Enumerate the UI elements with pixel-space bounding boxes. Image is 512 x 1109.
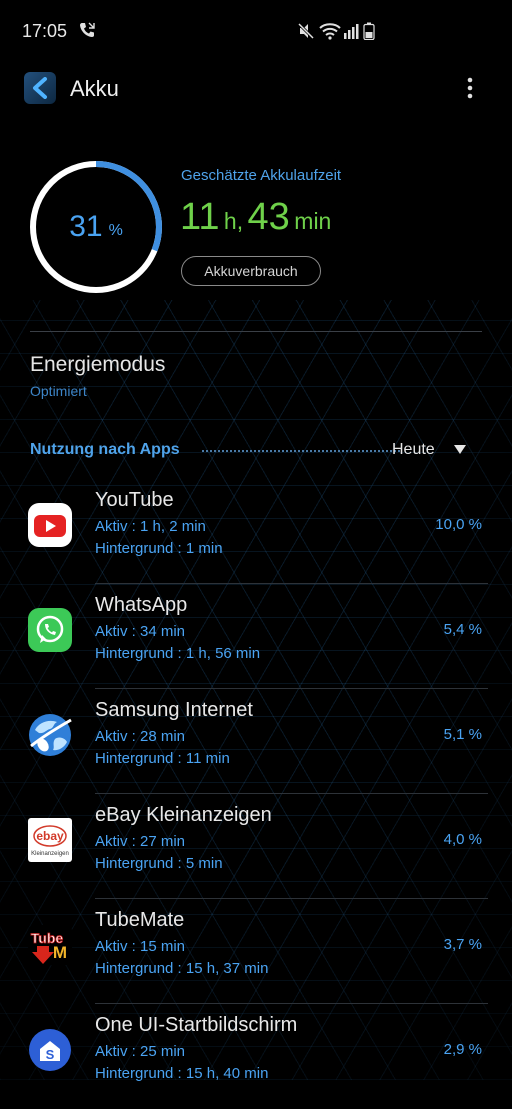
list-item[interactable]: ebay Kleinanzeigen eBay Kleinanzeigen Ak… bbox=[0, 795, 512, 899]
whatsapp-icon bbox=[28, 608, 72, 652]
divider bbox=[95, 688, 488, 689]
battery-percent-value: 31 bbox=[69, 210, 103, 243]
app-active-time: Aktiv : 25 min bbox=[95, 1043, 186, 1060]
svg-text:ebay: ebay bbox=[36, 829, 64, 843]
app-background-time: Hintergrund : 1 min bbox=[95, 540, 223, 557]
app-active-time: Aktiv : 15 min bbox=[95, 938, 186, 955]
battery-percent-sign: % bbox=[108, 222, 123, 239]
app-name: WhatsApp bbox=[95, 594, 188, 616]
app-active-time: Aktiv : 34 min bbox=[95, 623, 186, 640]
status-bar: 17:05 bbox=[0, 0, 512, 60]
estimated-hours: 11 bbox=[180, 196, 220, 238]
estimated-time-label: Geschätzte Akkulaufzeit bbox=[181, 167, 342, 184]
app-name: Samsung Internet bbox=[95, 699, 253, 721]
app-background-time: Hintergrund : 1 h, 56 min bbox=[95, 645, 261, 662]
youtube-icon bbox=[28, 503, 72, 547]
app-name: eBay Kleinanzeigen bbox=[95, 804, 272, 826]
app-usage-percent: 10,0 % bbox=[435, 516, 482, 533]
app-active-time: Aktiv : 28 min bbox=[95, 728, 186, 745]
list-item[interactable]: YouTube Aktiv : 1 h, 2 min Hintergrund :… bbox=[0, 480, 512, 584]
svg-text:S: S bbox=[46, 1047, 55, 1062]
list-item[interactable]: S One UI-Startbildschirm Aktiv : 25 min … bbox=[0, 1005, 512, 1109]
power-mode-setting[interactable]: Energiemodus Optimiert bbox=[30, 353, 482, 409]
divider bbox=[95, 793, 488, 794]
app-name: TubeMate bbox=[95, 909, 185, 931]
more-options-icon[interactable] bbox=[458, 74, 482, 102]
tubemate-icon: Tube M bbox=[28, 925, 72, 965]
divider bbox=[30, 331, 482, 332]
divider bbox=[95, 898, 488, 899]
estimated-minutes: 43 bbox=[247, 196, 290, 238]
app-usage-percent: 5,1 % bbox=[443, 726, 482, 743]
wifi-calling-icon bbox=[80, 22, 95, 37]
power-mode-value: Optimiert bbox=[30, 383, 87, 399]
power-mode-title: Energiemodus bbox=[30, 353, 166, 376]
dropdown-arrow-icon bbox=[454, 445, 466, 454]
page-title: Akku bbox=[70, 76, 119, 101]
samsung-internet-icon bbox=[29, 714, 72, 756]
app-active-time: Aktiv : 1 h, 2 min bbox=[95, 518, 206, 535]
estimated-minutes-unit: min bbox=[294, 208, 332, 234]
list-item[interactable]: Tube M TubeMate Aktiv : 15 min Hintergru… bbox=[0, 900, 512, 1004]
usage-section-header: Nutzung nach Apps Heute bbox=[30, 438, 482, 464]
app-bar: Akku bbox=[0, 64, 512, 114]
divider bbox=[95, 1003, 488, 1004]
period-value: Heute bbox=[392, 441, 435, 458]
signal-icon bbox=[344, 24, 359, 39]
app-background-time: Hintergrund : 15 h, 40 min bbox=[95, 1065, 269, 1082]
app-usage-percent: 2,9 % bbox=[443, 1041, 482, 1058]
status-time: 17:05 bbox=[22, 21, 68, 41]
app-usage-percent: 3,7 % bbox=[443, 936, 482, 953]
list-item[interactable]: WhatsApp Aktiv : 34 min Hintergrund : 1 … bbox=[0, 585, 512, 689]
estimated-hours-unit: h, bbox=[223, 208, 244, 234]
back-button[interactable] bbox=[24, 72, 56, 104]
battery-icon bbox=[363, 22, 375, 40]
list-item[interactable]: Samsung Internet Aktiv : 28 min Hintergr… bbox=[0, 690, 512, 794]
app-usage-percent: 5,4 % bbox=[443, 621, 482, 638]
app-background-time: Hintergrund : 5 min bbox=[95, 855, 223, 872]
one-ui-home-icon: S bbox=[29, 1029, 71, 1071]
estimated-time-value: 11 h, 43 min bbox=[180, 196, 331, 239]
wifi-icon bbox=[319, 23, 341, 40]
app-background-time: Hintergrund : 11 min bbox=[95, 750, 230, 767]
usage-by-apps-label: Nutzung nach Apps bbox=[30, 441, 180, 458]
back-icon bbox=[33, 77, 47, 99]
dotted-separator bbox=[202, 450, 400, 452]
svg-text:Kleinanzeigen: Kleinanzeigen bbox=[31, 851, 69, 857]
ebay-kleinanzeigen-icon: ebay Kleinanzeigen bbox=[28, 818, 72, 862]
svg-text:M: M bbox=[53, 943, 67, 962]
app-name: YouTube bbox=[95, 489, 174, 511]
divider bbox=[95, 583, 488, 584]
app-background-time: Hintergrund : 15 h, 37 min bbox=[95, 960, 269, 977]
app-name: One UI-Startbildschirm bbox=[95, 1014, 298, 1036]
period-dropdown[interactable]: Heute bbox=[392, 438, 482, 464]
app-active-time: Aktiv : 27 min bbox=[95, 833, 186, 850]
battery-percent: 31 % bbox=[26, 157, 166, 297]
battery-usage-button[interactable]: Akkuverbrauch bbox=[181, 256, 321, 286]
app-usage-percent: 4,0 % bbox=[443, 831, 482, 848]
mute-icon bbox=[297, 22, 315, 40]
